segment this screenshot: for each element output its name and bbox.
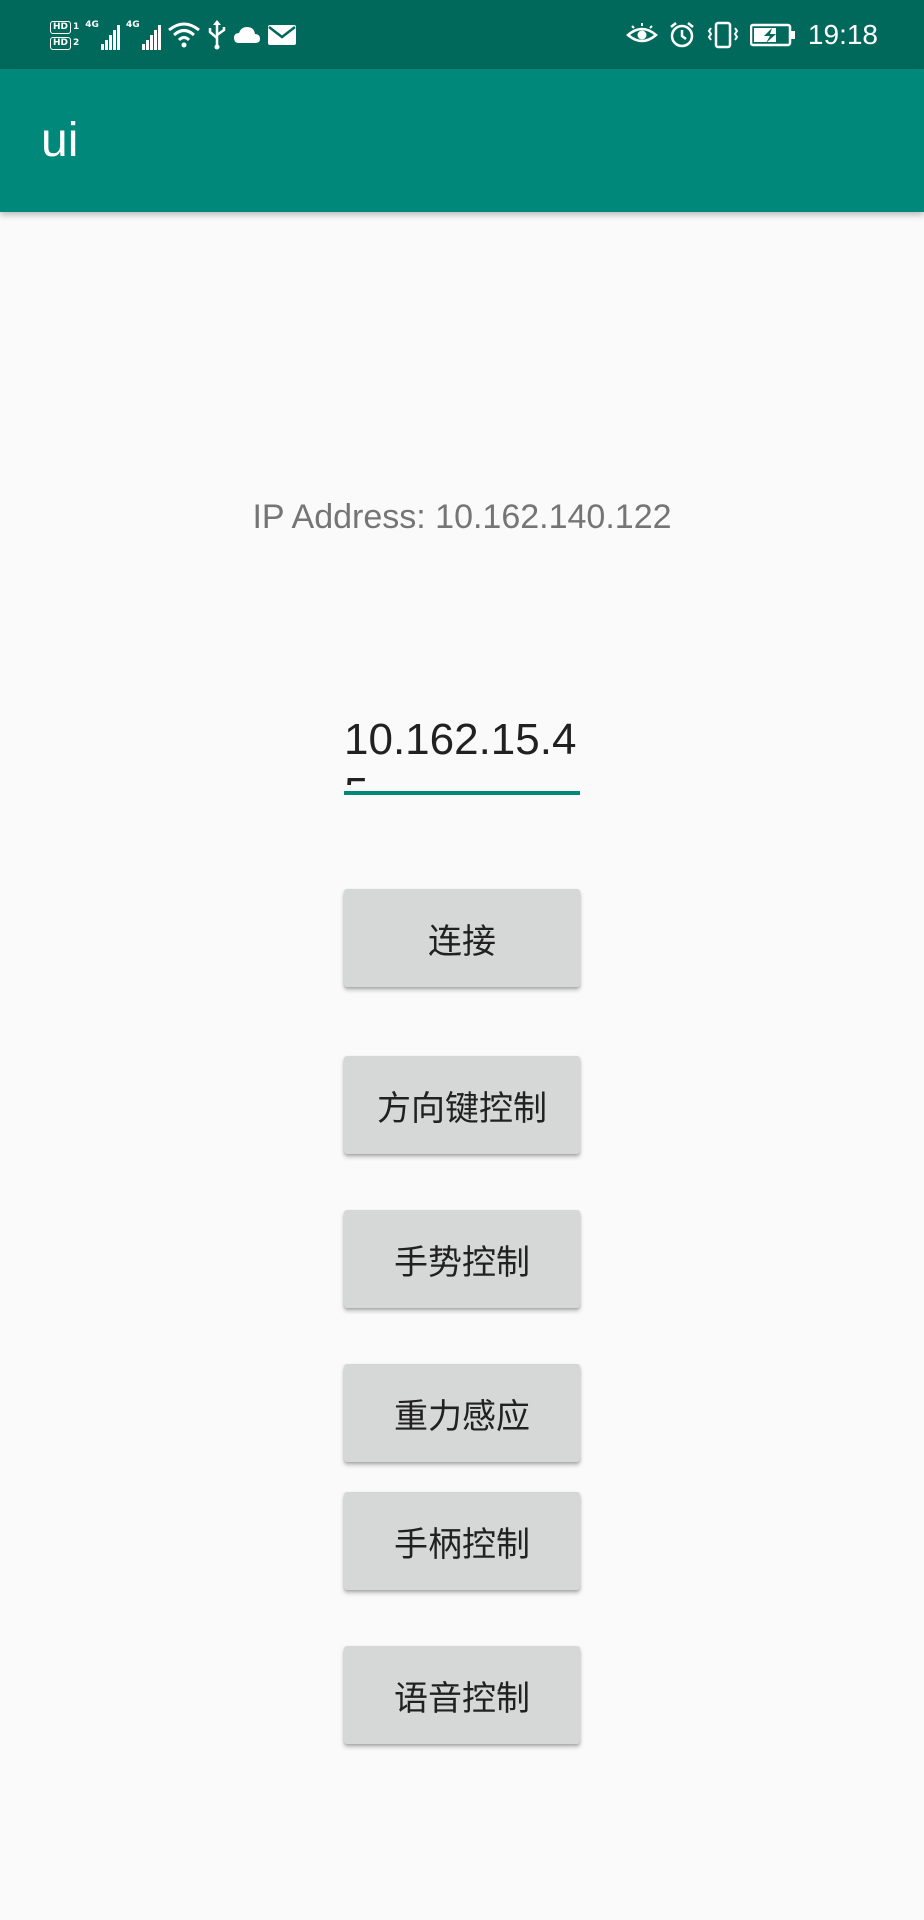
wifi-icon [167,21,201,49]
mail-icon [267,24,297,46]
server-ip-input[interactable]: 10.162.15.45 [344,713,580,785]
status-time: 19:18 [807,19,878,50]
sim2-network-label: 4G [125,20,140,30]
app-toolbar: ui [0,69,924,212]
hd2-icon: HD 2 [50,36,80,50]
direction-keys-control-button[interactable]: 方向键控制 [344,1056,580,1154]
gravity-sensing-button[interactable]: 重力感应 [344,1364,580,1462]
hd-indicators: HD 1 HD 2 [50,20,80,50]
eye-comfort-icon [626,23,658,47]
toolbar-title: ui [41,114,79,167]
status-bar-right: 19:18 [626,10,878,60]
usb-icon [207,20,227,50]
status-bar: HD 1 HD 2 4G 4G 19:18 [0,0,924,69]
signal-4g-sim2-icon: 4G [126,20,161,50]
voice-control-button[interactable]: 语音控制 [344,1646,580,1744]
ip-address-label: IP Address: 10.162.140.122 [252,498,672,536]
hd2-label: HD [50,36,72,50]
gamepad-control-button[interactable]: 手柄控制 [344,1492,580,1590]
alarm-icon [668,21,696,49]
hd1-sim: 1 [73,22,80,32]
server-ip-field[interactable]: 10.162.15.45 [344,713,580,795]
cloud-icon [233,25,261,45]
connect-button[interactable]: 连接 [344,889,580,987]
hd2-sim: 2 [73,38,80,48]
status-bar-left: HD 1 HD 2 4G 4G [50,10,297,60]
hd1-label: HD [50,20,72,34]
battery-charging-icon [749,23,796,47]
vibrate-icon [706,21,740,49]
input-underline [344,791,580,795]
sim1-network-label: 4G [85,20,99,30]
gesture-control-button[interactable]: 手势控制 [344,1210,580,1308]
signal-4g-sim1-icon: 4G [85,20,120,50]
app-screen: HD 1 HD 2 4G 4G 19:18 ui IP Address: 10.… [0,0,924,1920]
hd1-icon: HD 1 [50,20,80,34]
